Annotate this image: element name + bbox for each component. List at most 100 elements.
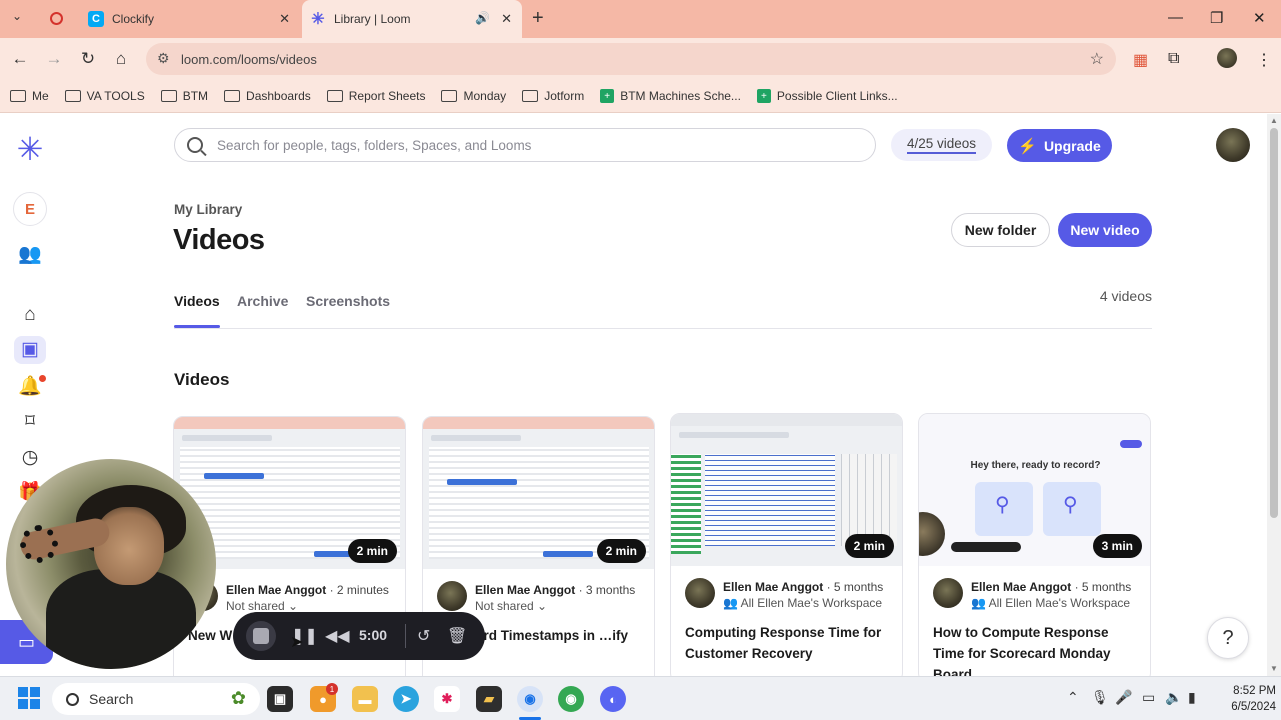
scroll-thumb[interactable]: [1270, 128, 1278, 518]
restart-icon[interactable]: ↺: [417, 626, 430, 646]
address-bar[interactable]: ⚙ loom.com/looms/videos ☆: [146, 43, 1116, 75]
user-avatar[interactable]: [1216, 128, 1250, 162]
video-quota[interactable]: 4/25 videos: [891, 129, 992, 161]
sharing-status[interactable]: 👥 All Ellen Mae's Workspace: [971, 596, 1130, 610]
author-avatar: [685, 578, 715, 608]
windows-start-icon[interactable]: [18, 687, 40, 709]
recording-tab-icon[interactable]: [50, 12, 63, 25]
file-explorer-icon[interactable]: ▬: [352, 686, 378, 712]
duration-badge: 2 min: [596, 539, 646, 563]
restore-icon[interactable]: ❐: [1210, 9, 1223, 27]
new-tab-icon[interactable]: +: [532, 7, 544, 30]
help-button[interactable]: ?: [1207, 617, 1249, 659]
tab-screenshots[interactable]: Screenshots: [306, 293, 390, 309]
section-title: Videos: [174, 370, 230, 389]
mic-active-icon[interactable]: 🎤: [1115, 689, 1132, 706]
system-clock[interactable]: 8:52 PM 6/5/2024: [1212, 683, 1276, 715]
taskbar-search[interactable]: Search ✿: [52, 683, 260, 715]
sharing-status[interactable]: Not shared ⌄: [226, 599, 298, 613]
bookmark-item[interactable]: Me: [10, 89, 49, 103]
sheets-icon: +: [600, 89, 615, 103]
scroll-up-icon[interactable]: ▲: [1270, 116, 1278, 125]
video-card[interactable]: 2 min Ellen Mae Anggot · 5 months 👥 All …: [670, 413, 903, 683]
history-icon[interactable]: ◷: [18, 446, 42, 469]
video-thumbnail[interactable]: 2 min: [671, 414, 902, 566]
page-scrollbar[interactable]: ▲ ▼: [1267, 114, 1281, 676]
tab-archive[interactable]: Archive: [237, 293, 288, 309]
bookmark-item[interactable]: + BTM Machines Sche...: [600, 89, 741, 103]
mic-icon[interactable]: 🎙: [1091, 689, 1109, 706]
profile-avatar[interactable]: [1217, 48, 1237, 68]
bookmark-item[interactable]: + Possible Client Links...: [756, 89, 898, 103]
site-info-icon[interactable]: ⚙: [157, 50, 170, 67]
bookmark-item[interactable]: Jotform: [522, 89, 584, 103]
new-video-button[interactable]: New video: [1058, 213, 1152, 247]
tab-search-icon[interactable]: ⌄: [6, 9, 28, 23]
back-icon[interactable]: ←: [9, 49, 31, 69]
scroll-down-icon[interactable]: ▼: [1270, 664, 1278, 673]
slack-icon[interactable]: ✱: [434, 686, 460, 712]
tab-clockify[interactable]: C Clockify ✕: [80, 0, 300, 38]
video-card[interactable]: Hey there, ready to record? ⚲ ⚲ 3 min El…: [918, 413, 1151, 683]
home-icon[interactable]: ⌂: [18, 304, 42, 326]
sharing-status[interactable]: Not shared ⌄: [475, 599, 547, 613]
bookmark-item[interactable]: BTM: [160, 89, 208, 103]
video-title[interactable]: Computing Response Time for Customer Rec…: [685, 622, 890, 664]
folder-icon: [224, 90, 241, 102]
mouse-cursor-icon: ➤: [290, 634, 304, 651]
video-thumbnail[interactable]: 2 min: [423, 417, 654, 569]
bookmark-item[interactable]: Dashboards: [224, 89, 311, 103]
upgrade-button[interactable]: ⚡ Upgrade: [1007, 129, 1112, 162]
forward-icon[interactable]: →: [43, 49, 65, 69]
new-folder-button[interactable]: New folder: [951, 213, 1050, 247]
members-icon[interactable]: 👥: [18, 242, 42, 266]
bookmark-item[interactable]: Report Sheets: [326, 89, 425, 103]
close-tab-icon[interactable]: ✕: [501, 11, 512, 27]
extension-icon[interactable]: ▦: [1133, 50, 1148, 70]
breadcrumb[interactable]: My Library: [174, 202, 242, 217]
bookmark-icon[interactable]: ⌑: [18, 410, 42, 433]
task-view-icon[interactable]: ▣: [267, 686, 293, 712]
workspace-switcher[interactable]: E: [13, 192, 47, 226]
loom-logo-icon[interactable]: ✳: [13, 130, 47, 168]
bookmark-item[interactable]: Monday: [441, 89, 506, 103]
battery-icon[interactable]: ▮: [1188, 689, 1196, 706]
search-highlight-icon: ✿: [230, 688, 246, 708]
library-icon[interactable]: ▣: [18, 338, 42, 361]
sticky-notes-icon[interactable]: ▰: [476, 686, 502, 712]
home-icon[interactable]: ⌂: [110, 49, 132, 69]
telegram-icon[interactable]: ➤: [393, 686, 419, 712]
volume-icon[interactable]: 🔈: [1165, 689, 1182, 706]
bookmark-item[interactable]: VA TOOLS: [64, 89, 145, 103]
tray-overflow-icon[interactable]: ⌃: [1067, 689, 1079, 706]
tab-videos[interactable]: Videos: [174, 293, 220, 328]
menu-dots-icon[interactable]: ⋮: [1256, 50, 1272, 70]
close-tab-icon[interactable]: ✕: [279, 11, 290, 27]
tab-loom[interactable]: ✳ Library | Loom 🔊 ✕: [302, 0, 522, 38]
bookmark-star-icon[interactable]: ☆: [1090, 49, 1104, 69]
webcam-bubble[interactable]: [6, 459, 216, 669]
chrome-icon[interactable]: ◉: [517, 686, 543, 712]
recording-controls: ❚❚ ◀◀ 5:00 ↺ 🗑: [233, 612, 485, 660]
delete-icon[interactable]: 🗑: [447, 626, 467, 646]
video-thumbnail[interactable]: Hey there, ready to record? ⚲ ⚲ 3 min: [919, 414, 1150, 566]
author-avatar: [437, 581, 467, 611]
windows-taskbar: Search ✿ ▣ ● 1 ▬ ➤ ✱ ▰ ◉ ◉ ◐ ⌃ 🎙 🎤 ▭ 🔈 ▮…: [0, 676, 1281, 720]
discord-icon[interactable]: ◐: [600, 686, 626, 712]
rewind-icon[interactable]: ◀◀: [325, 626, 350, 646]
lightning-icon: ⚡: [1018, 137, 1037, 155]
video-title[interactable]: How to Compute Response Time for Scoreca…: [933, 622, 1138, 682]
search-input[interactable]: Search for people, tags, folders, Spaces…: [174, 128, 876, 162]
network-icon[interactable]: ▭: [1142, 689, 1155, 706]
sharing-status[interactable]: 👥 All Ellen Mae's Workspace: [723, 596, 882, 610]
author-line: Ellen Mae Anggot · 3 months: [475, 583, 636, 597]
minimize-icon[interactable]: —: [1168, 9, 1183, 26]
reload-icon[interactable]: ↻: [77, 49, 99, 69]
chrome-profile-icon[interactable]: ◉: [558, 686, 584, 712]
audio-playing-icon[interactable]: 🔊: [475, 11, 490, 25]
close-window-icon[interactable]: ✕: [1253, 9, 1266, 27]
extensions-puzzle-icon[interactable]: ⧉: [1168, 50, 1179, 68]
bike-icon: ⚲: [1063, 494, 1078, 516]
url-text[interactable]: loom.com/looms/videos: [181, 52, 317, 67]
author-avatar: [933, 578, 963, 608]
